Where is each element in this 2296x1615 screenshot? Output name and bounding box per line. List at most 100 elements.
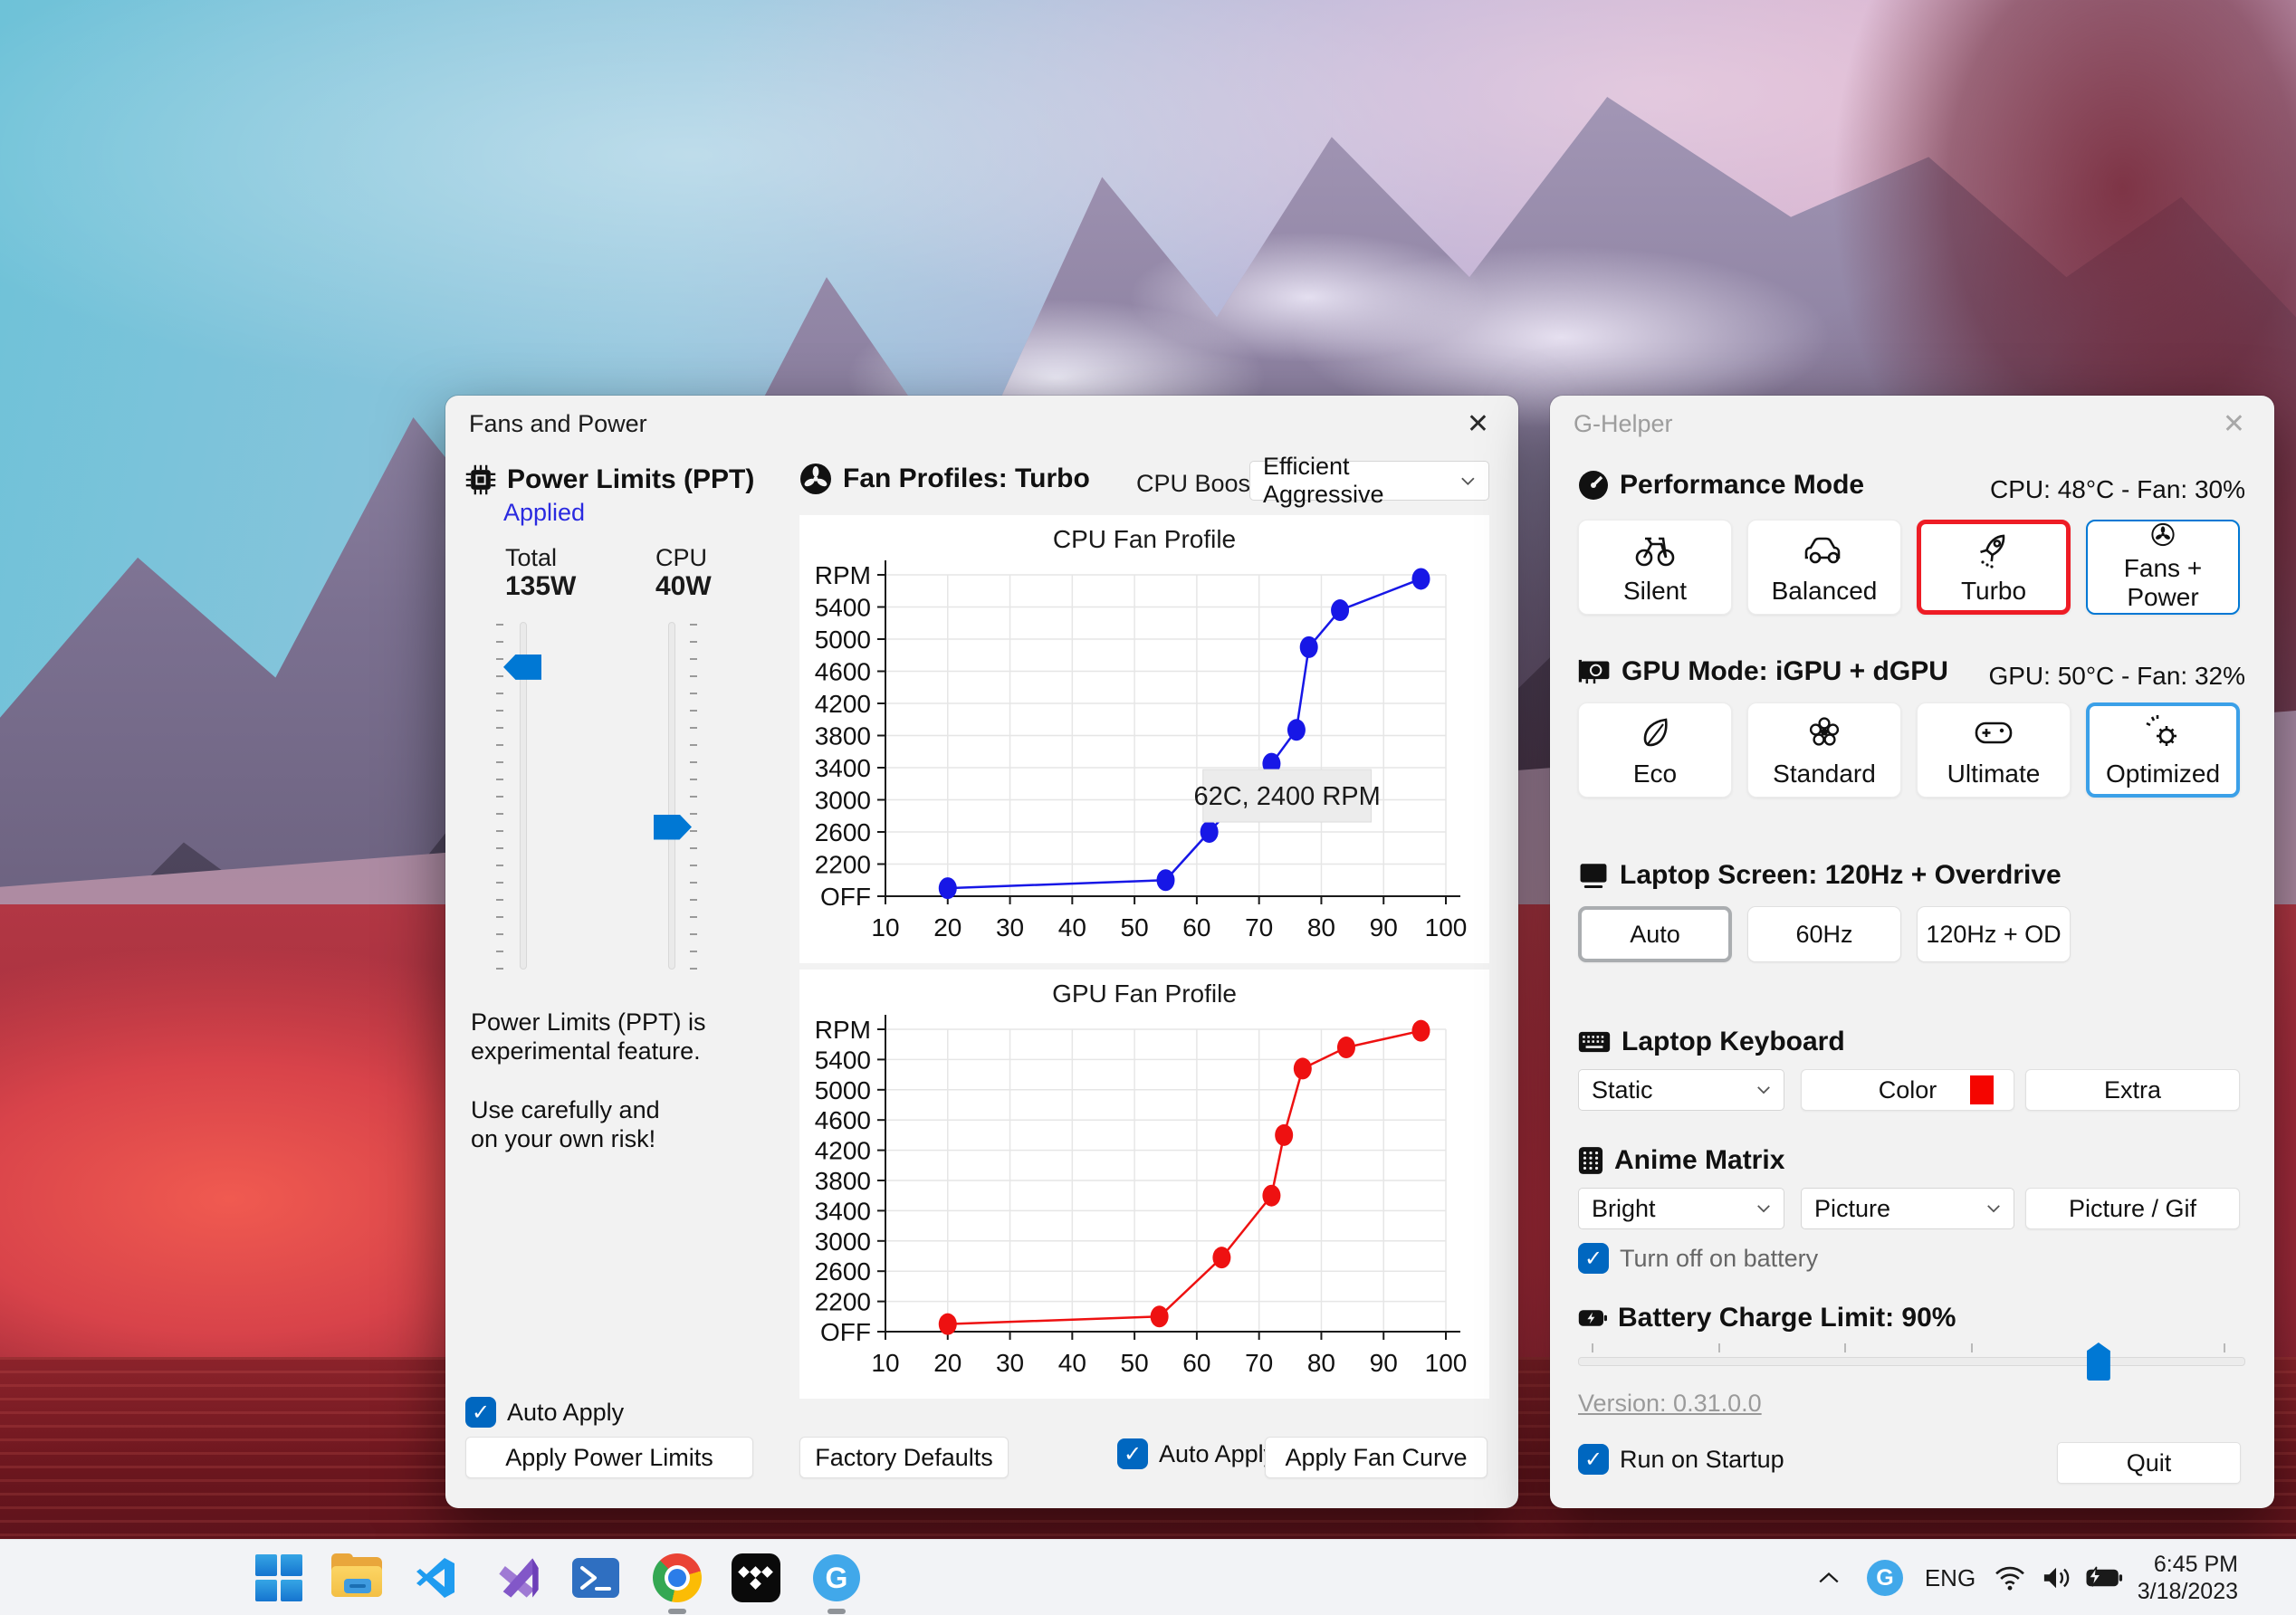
- flower-icon: [1809, 716, 1840, 746]
- vscode-button[interactable]: [410, 1553, 461, 1603]
- screen-120hz-od-button[interactable]: 120Hz + OD: [1917, 906, 2071, 962]
- performance-balanced-button[interactable]: Balanced: [1747, 520, 1901, 615]
- gpu-ultimate-button[interactable]: Ultimate: [1917, 702, 2071, 798]
- cpu-boost-select[interactable]: Efficient Aggressive: [1249, 453, 1489, 508]
- svg-text:4200: 4200: [815, 690, 871, 718]
- cpu-slider-ticks: [690, 624, 697, 970]
- svg-text:30: 30: [996, 1349, 1024, 1377]
- tray-expand-button[interactable]: [1811, 1553, 1847, 1603]
- tray-date: 3/18/2023: [2137, 1579, 2238, 1604]
- cpu-limit-label: CPU: [655, 544, 708, 571]
- tidal-button[interactable]: [731, 1553, 781, 1603]
- svg-text:62C, 2400 RPM: 62C, 2400 RPM: [1193, 782, 1380, 811]
- anime-picture-gif-button[interactable]: Picture / Gif: [2025, 1188, 2240, 1229]
- volume-button[interactable]: [2035, 1553, 2077, 1603]
- anime-battery-toggle-row: ✓ Turn off on battery: [1578, 1243, 1818, 1274]
- svg-text:60: 60: [1182, 913, 1210, 941]
- gpu-standard-button[interactable]: Standard: [1747, 702, 1901, 798]
- power-limits-warning: Power Limits (PPT) is experimental featu…: [471, 1008, 706, 1152]
- gamepad-icon: [1975, 721, 2013, 743]
- quit-button[interactable]: Quit: [2057, 1442, 2241, 1484]
- ghelper-tray-icon: G: [1867, 1560, 1903, 1596]
- ghelper-running-indicator: [828, 1609, 846, 1614]
- battery-tray-button[interactable]: [2081, 1553, 2128, 1603]
- factory-defaults-button[interactable]: Factory Defaults: [799, 1437, 1009, 1478]
- keyboard-mode-select[interactable]: Static: [1578, 1069, 1784, 1111]
- gpu-temp-fan-status: GPU: 50°C - Fan: 32%: [1988, 662, 2245, 690]
- power-limits-applied-status[interactable]: Applied: [503, 499, 585, 527]
- cpu-temp-fan-status: CPU: 48°C - Fan: 30%: [1990, 475, 2245, 503]
- total-limit-value: 135W: [505, 571, 577, 601]
- ghelper-titlebar[interactable]: G-Helper ✕: [1550, 396, 2274, 452]
- version-link[interactable]: Version: 0.31.0.0: [1578, 1390, 1762, 1418]
- svg-text:CPU Fan Profile: CPU Fan Profile: [1053, 525, 1236, 553]
- car-icon: [1804, 537, 1841, 563]
- total-slider-thumb[interactable]: [503, 654, 541, 680]
- language-indicator[interactable]: ENG: [1921, 1553, 1979, 1603]
- start-button[interactable]: [254, 1553, 304, 1603]
- apply-power-limits-button[interactable]: Apply Power Limits: [465, 1437, 753, 1478]
- cpu-slider-track[interactable]: [668, 622, 675, 970]
- screen-60hz-button[interactable]: 60Hz: [1747, 906, 1901, 962]
- fans-window-close-icon[interactable]: ✕: [1461, 408, 1495, 440]
- anime-brightness-select[interactable]: Bright: [1578, 1188, 1784, 1229]
- chevron-down-icon: [1757, 1086, 1770, 1094]
- wifi-button[interactable]: [1990, 1553, 2030, 1603]
- ghelper-window-close-icon[interactable]: ✕: [2217, 408, 2251, 440]
- rocket-icon: [1980, 534, 2005, 569]
- vscode-icon: [416, 1558, 454, 1598]
- gauge-icon: [1579, 471, 1608, 500]
- powershell-button[interactable]: [570, 1553, 621, 1603]
- file-explorer-button[interactable]: [331, 1553, 382, 1603]
- svg-text:RPM: RPM: [815, 561, 871, 589]
- idea-gear-icon: [2146, 714, 2176, 746]
- gpu-eco-button[interactable]: Eco: [1578, 702, 1732, 798]
- tray-clock[interactable]: 6:45 PM 3/18/2023: [2138, 1551, 2238, 1605]
- anime-mode-select[interactable]: Picture: [1801, 1188, 2014, 1229]
- battery-slider-track[interactable]: [1578, 1357, 2245, 1366]
- visual-studio-button[interactable]: [493, 1553, 544, 1603]
- svg-text:50: 50: [1121, 1349, 1149, 1377]
- svg-text:100: 100: [1425, 1349, 1468, 1377]
- run-on-startup-checkbox[interactable]: ✓: [1578, 1444, 1609, 1475]
- svg-text:3400: 3400: [815, 1197, 871, 1225]
- gpu-mode-heading: GPU Mode: iGPU + dGPU: [1578, 656, 1948, 687]
- tray-ghelper-button[interactable]: G: [1863, 1553, 1907, 1603]
- svg-text:4200: 4200: [815, 1137, 871, 1165]
- chevron-up-icon: [1819, 1572, 1839, 1583]
- fan-auto-apply-row: ✓ Auto Apply: [1117, 1438, 1276, 1469]
- gpu-fan-curve-chart[interactable]: GPU Fan Profile10 20 30 40 50 60 70 80 90 100OFF2…: [799, 970, 1489, 1399]
- cpu-fan-curve-chart[interactable]: CPU Fan Profile 10 20 30 40 50 60 70 80 90 100 OFF 2…: [799, 515, 1489, 963]
- matrix-icon: [1578, 1147, 1603, 1174]
- ghelper-icon: G: [813, 1554, 860, 1601]
- fans-window-titlebar[interactable]: Fans and Power ✕: [445, 396, 1518, 452]
- fan-auto-apply-checkbox[interactable]: ✓: [1117, 1438, 1148, 1469]
- keyboard-color-button[interactable]: Color: [1801, 1069, 2014, 1111]
- battery-charging-icon: [2086, 1566, 2123, 1587]
- svg-text:100: 100: [1425, 913, 1468, 941]
- power-auto-apply-label: Auto Apply: [507, 1398, 625, 1426]
- tidal-icon: [732, 1553, 780, 1602]
- ghelper-taskbar-button[interactable]: G: [811, 1553, 862, 1603]
- run-on-startup-row: ✓ Run on Startup: [1578, 1444, 1784, 1475]
- performance-silent-button[interactable]: Silent: [1578, 520, 1732, 615]
- fans-window-title: Fans and Power: [469, 409, 647, 437]
- fan-profiles-heading: Fan Profiles: Turbo: [799, 463, 1090, 495]
- keyboard-extra-button[interactable]: Extra: [2025, 1069, 2240, 1111]
- chrome-button[interactable]: [652, 1553, 703, 1603]
- performance-fans-power-button[interactable]: Fans + Power: [2086, 520, 2240, 615]
- chevron-down-icon: [1757, 1205, 1770, 1213]
- performance-turbo-button[interactable]: Turbo: [1917, 520, 2071, 615]
- svg-text:RPM: RPM: [815, 1016, 871, 1044]
- svg-text:90: 90: [1370, 1349, 1398, 1377]
- turn-off-on-battery-checkbox[interactable]: ✓: [1578, 1243, 1609, 1274]
- cpu-slider-thumb[interactable]: [654, 814, 692, 840]
- gpu-optimized-button[interactable]: Optimized: [2086, 702, 2240, 798]
- speaker-icon: [2043, 1567, 2070, 1589]
- power-auto-apply-checkbox[interactable]: ✓: [465, 1397, 496, 1428]
- apply-fan-curve-button[interactable]: Apply Fan Curve: [1265, 1437, 1488, 1478]
- screen-auto-button[interactable]: Auto: [1578, 906, 1732, 962]
- chip-icon: [465, 464, 496, 495]
- visual-studio-icon: [499, 1558, 539, 1598]
- svg-text:2600: 2600: [815, 1257, 871, 1285]
